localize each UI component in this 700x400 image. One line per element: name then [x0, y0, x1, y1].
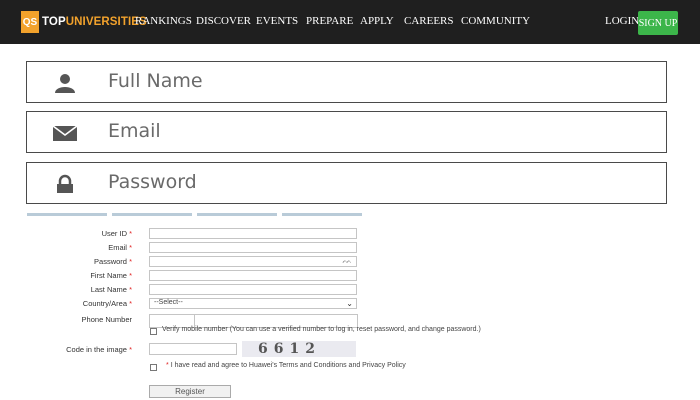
lock-icon	[57, 174, 73, 193]
email-label: Email	[108, 120, 161, 142]
last-name-label: Last Name *	[90, 285, 132, 294]
captcha-image[interactable]: 6612	[242, 341, 356, 357]
nav-item-prepare[interactable]: PREPARE	[306, 15, 353, 27]
nav-item-rankings[interactable]: RANKINGS	[135, 15, 192, 27]
email-field[interactable]: Email	[26, 111, 667, 153]
user-icon	[55, 74, 75, 93]
login-link[interactable]: LOGIN	[605, 15, 639, 27]
eye-closed-icon[interactable]: ᨓ	[342, 256, 352, 266]
full-name-field[interactable]: Full Name	[26, 61, 667, 103]
phone-number-label: Phone Number	[81, 315, 132, 324]
chevron-down-icon: ⌄	[346, 299, 353, 308]
strength-bar-1	[27, 213, 107, 216]
top-nav-bar: QS TOPUNIVERSITIES RANKINGS DISCOVER EVE…	[0, 0, 700, 44]
password-label-small: Password *	[94, 257, 132, 266]
verify-mobile-checkbox[interactable]	[150, 328, 157, 335]
full-name-label: Full Name	[108, 70, 203, 92]
register-button[interactable]: Register	[149, 385, 231, 398]
agree-text: * I have read and agree to Huawei's Term…	[166, 362, 406, 369]
nav-item-events[interactable]: EVENTS	[256, 15, 298, 27]
last-name-input[interactable]	[149, 284, 357, 295]
nav-item-community[interactable]: COMMUNITY	[461, 15, 530, 27]
agree-checkbox[interactable]	[150, 364, 157, 371]
user-id-label: User ID *	[101, 229, 132, 238]
first-name-label: First Name *	[90, 271, 132, 280]
brand-text: TOPUNIVERSITIES	[42, 16, 147, 28]
country-label: Country/Area *	[82, 299, 132, 308]
email-input[interactable]	[149, 242, 357, 253]
password-label: Password	[108, 171, 197, 193]
envelope-icon	[53, 125, 77, 141]
first-name-input[interactable]	[149, 270, 357, 281]
country-select-value: --Select--	[154, 299, 183, 306]
brand-text-top: TOP	[42, 16, 66, 28]
country-select[interactable]: --Select-- ⌄	[149, 298, 357, 309]
captcha-input[interactable]	[149, 343, 237, 355]
email-label-small: Email *	[108, 243, 132, 252]
strength-bar-3	[197, 213, 277, 216]
nav-item-apply[interactable]: APPLY	[360, 15, 394, 27]
nav-item-discover[interactable]: DISCOVER	[196, 15, 251, 27]
brand-badge: QS	[21, 11, 39, 33]
captcha-label: Code in the image *	[66, 345, 132, 354]
brand-logo[interactable]: QS TOPUNIVERSITIES	[21, 10, 147, 34]
strength-bar-4	[282, 213, 362, 216]
signup-button[interactable]: SIGN UP	[638, 11, 678, 35]
nav-item-careers[interactable]: CAREERS	[404, 15, 454, 27]
strength-bar-2	[112, 213, 192, 216]
password-field[interactable]: Password	[26, 162, 667, 204]
password-input[interactable]: ᨓ	[149, 256, 357, 267]
verify-mobile-text: Verify mobile number (You can use a veri…	[162, 326, 481, 333]
user-id-input[interactable]	[149, 228, 357, 239]
